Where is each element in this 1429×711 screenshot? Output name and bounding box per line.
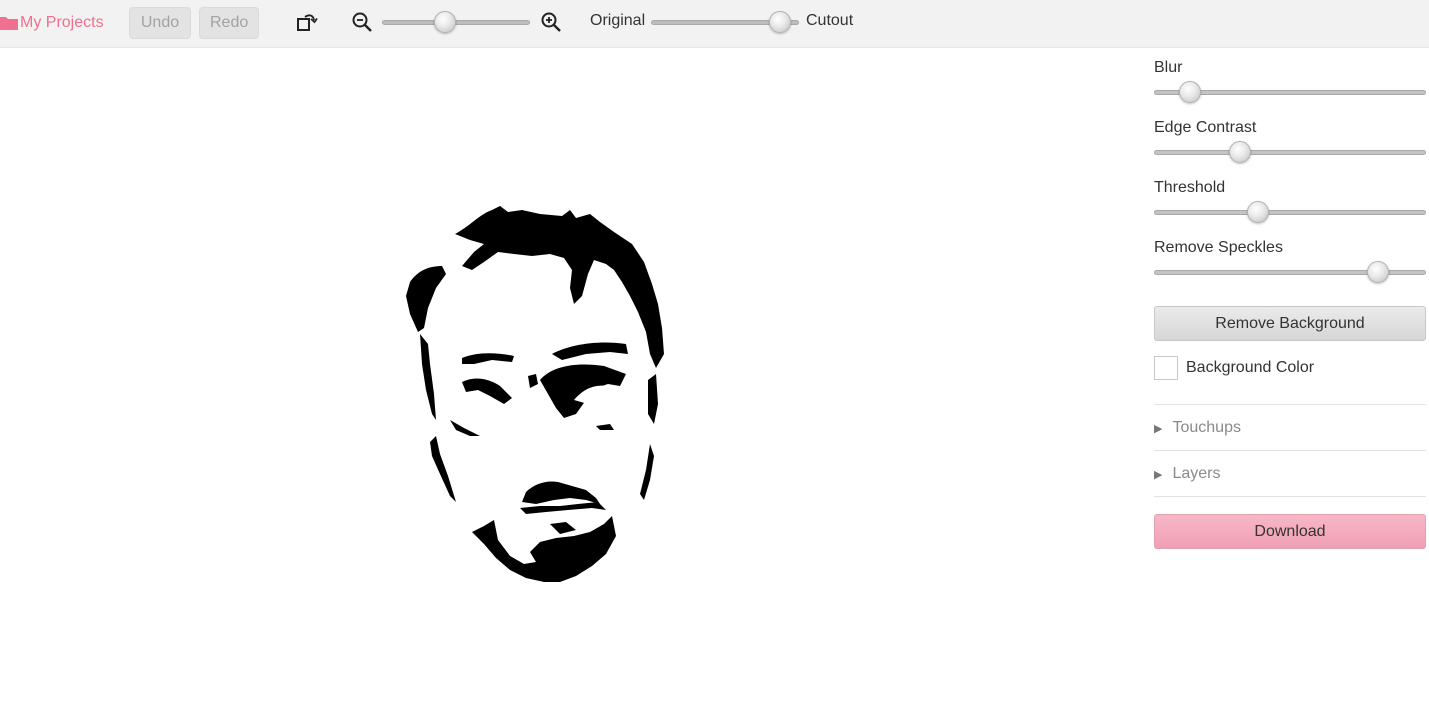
threshold-slider-track [1154,210,1426,215]
undo-button[interactable]: Undo [129,7,191,39]
background-color-label: Background Color [1186,359,1315,376]
remove-speckles-slider[interactable] [1154,261,1426,283]
edge-contrast-slider[interactable] [1154,141,1426,163]
background-color-swatch[interactable] [1154,356,1178,380]
redo-button[interactable]: Redo [199,7,259,39]
touchups-label: Touchups [1172,419,1241,436]
divider [1154,404,1426,405]
zoom-slider[interactable] [382,11,530,33]
blur-label: Blur [1154,59,1183,76]
cutout-label: Cutout [806,12,854,29]
threshold-label: Threshold [1154,179,1226,196]
original-cutout-thumb[interactable] [769,11,792,33]
disclosure-triangle-icon: ▶ [1154,422,1163,435]
my-projects-link[interactable]: My Projects [0,12,104,34]
touchups-section-toggle[interactable]: ▶ Touchups [1154,419,1241,437]
image-canvas[interactable] [0,49,1140,711]
divider [1154,496,1426,497]
blur-slider[interactable] [1154,81,1426,103]
original-label: Original [590,12,646,29]
disclosure-triangle-icon: ▶ [1154,468,1163,481]
edge-contrast-label: Edge Contrast [1154,119,1257,136]
rotate-icon[interactable] [295,11,319,35]
download-button[interactable]: Download [1154,514,1426,549]
zoom-in-icon[interactable] [540,11,562,33]
layers-label: Layers [1172,465,1221,482]
remove-speckles-slider-thumb[interactable] [1366,261,1389,283]
zoom-slider-thumb[interactable] [433,11,456,33]
toolbar: My Projects Undo Redo Original Cutout [0,0,1429,48]
edge-contrast-slider-thumb[interactable] [1229,141,1251,163]
edge-contrast-slider-track [1154,150,1426,155]
blur-slider-thumb[interactable] [1179,81,1201,103]
divider [1154,450,1426,451]
threshold-slider-thumb[interactable] [1246,201,1269,223]
zoom-slider-track [382,20,530,25]
folder-icon [0,17,18,30]
remove-background-button[interactable]: Remove Background [1154,306,1426,341]
layers-section-toggle[interactable]: ▶ Layers [1154,465,1221,483]
portrait-cutout-image[interactable] [400,204,670,584]
remove-speckles-label: Remove Speckles [1154,239,1283,256]
background-color-control[interactable]: Background Color [1154,356,1314,380]
my-projects-label: My Projects [20,14,104,31]
zoom-out-icon[interactable] [351,11,373,33]
threshold-slider[interactable] [1154,201,1426,223]
original-cutout-slider[interactable] [651,11,799,33]
